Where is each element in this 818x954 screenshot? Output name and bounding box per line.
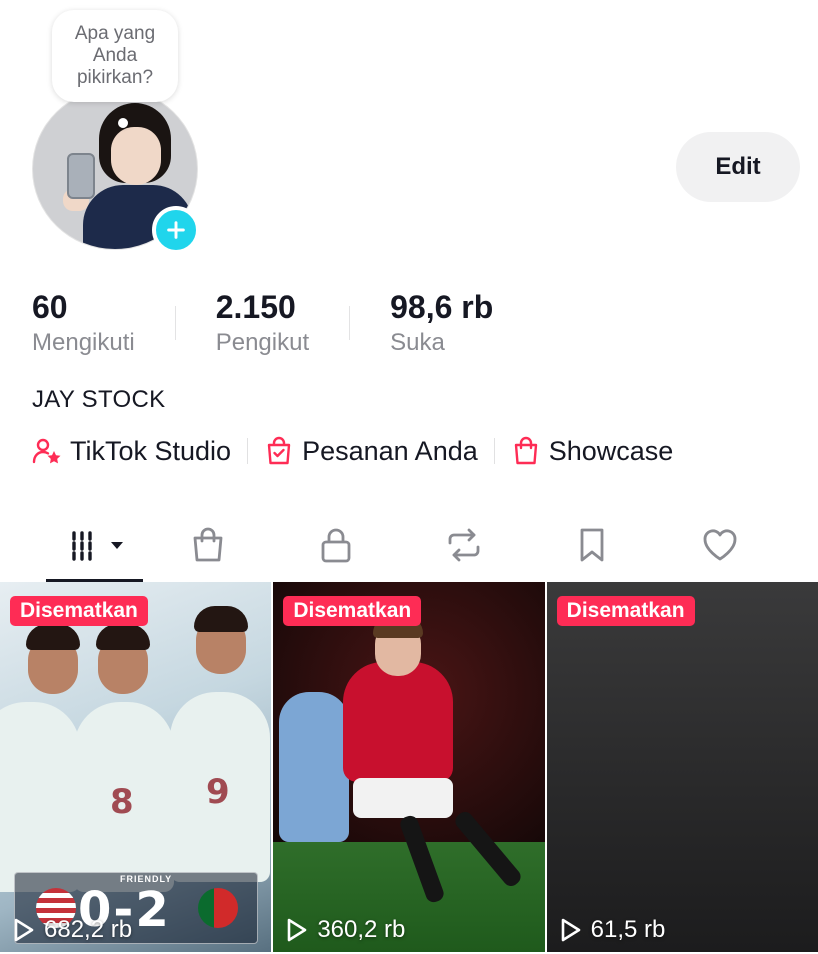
stat-likes[interactable]: 98,6 rb Suka xyxy=(390,288,493,358)
view-count-value: 682,2 rb xyxy=(44,916,133,943)
link-tiktok-studio-label: TikTok Studio xyxy=(70,435,232,466)
bag-icon xyxy=(193,527,222,562)
plus-icon xyxy=(167,221,185,239)
profile-stats: 60 Mengikuti 2.150 Pengikut 98,6 rb Suka xyxy=(32,288,493,358)
status-bubble-tail xyxy=(118,118,128,128)
add-avatar-button[interactable] xyxy=(152,206,200,254)
play-icon xyxy=(14,918,34,942)
link-divider xyxy=(493,438,495,464)
pinned-badge: Disematkan xyxy=(283,596,422,626)
repost-icon xyxy=(448,528,479,562)
avatar-phone xyxy=(67,153,95,199)
link-pesanan-anda[interactable]: Pesanan Anda xyxy=(264,436,478,467)
profile-username: JAY STOCK xyxy=(32,386,166,413)
tab-reposts[interactable] xyxy=(400,508,527,582)
video-thumbnail[interactable]: Disematkan 360,2 rb xyxy=(273,582,545,952)
thumbnail-player xyxy=(343,662,454,782)
showcase-bag-icon xyxy=(511,436,541,466)
thumbnail-player: 8 xyxy=(74,702,174,892)
video-thumbnail[interactable]: 8 9 FRIENDLY 0-2 Disematkan 682,2 rb xyxy=(0,582,272,952)
status-bubble[interactable]: Apa yang Anda pikirkan? xyxy=(52,10,178,102)
link-pesanan-anda-label: Pesanan Anda xyxy=(302,435,478,466)
grid-icon xyxy=(71,531,92,561)
stat-followers-value: 2.150 xyxy=(215,289,296,325)
stat-followers[interactable]: 2.150 Pengikut xyxy=(216,288,309,358)
edit-profile-button[interactable]: Edit xyxy=(676,132,800,202)
tab-shop[interactable] xyxy=(144,508,271,582)
chevron-down-icon xyxy=(110,542,123,549)
video-thumbnail[interactable]: Disematkan 61,5 rb xyxy=(546,582,818,952)
orders-bag-icon xyxy=(264,436,294,466)
view-count: 360,2 rb xyxy=(283,916,405,944)
link-showcase[interactable]: Showcase xyxy=(511,435,674,467)
lock-icon xyxy=(321,528,350,563)
stat-followers-label: Pengikut xyxy=(215,329,310,356)
avatar-face xyxy=(111,127,161,185)
stat-following[interactable]: 60 Mengikuti xyxy=(32,288,135,358)
thumbnail-player xyxy=(279,692,350,842)
bookmark-icon xyxy=(580,528,603,562)
stat-divider xyxy=(174,306,176,340)
pinned-badge: Disematkan xyxy=(556,596,695,626)
link-tiktok-studio[interactable]: TikTok Studio xyxy=(32,436,231,467)
status-bubble-text: Apa yang Anda pikirkan? xyxy=(74,23,156,88)
pinned-badge: Disematkan xyxy=(10,596,148,626)
view-count-value: 360,2 rb xyxy=(317,916,406,943)
view-count: 682,2 rb xyxy=(10,916,132,944)
thumbnail-player-shorts xyxy=(353,778,454,818)
heart-icon xyxy=(703,529,736,561)
link-divider xyxy=(247,438,249,464)
video-grid: 8 9 FRIENDLY 0-2 Disematkan 682,2 rb Dis… xyxy=(0,582,818,954)
tab-private[interactable] xyxy=(272,508,399,582)
thumbnail-player-hair xyxy=(96,624,150,650)
portugal-flag-icon xyxy=(198,888,238,928)
stat-likes-value: 98,6 rb xyxy=(390,289,494,325)
tab-videos[interactable] xyxy=(46,508,143,582)
tab-saved[interactable] xyxy=(528,508,655,582)
thumbnail-player-hair xyxy=(26,624,80,650)
stat-following-value: 60 xyxy=(32,289,68,325)
link-showcase-label: Showcase xyxy=(548,435,674,466)
thumbnail-player: 9 xyxy=(170,692,270,882)
stat-divider xyxy=(349,306,351,340)
view-count: 61,5 rb xyxy=(557,916,666,944)
tab-liked[interactable] xyxy=(656,508,783,582)
play-icon xyxy=(288,918,307,942)
profile-tabs xyxy=(0,508,818,582)
thumbnail-player-hair xyxy=(194,606,248,632)
quick-links: TikTok Studio Pesanan Anda Showcase xyxy=(32,430,673,472)
thumbnail-player xyxy=(0,702,80,892)
studio-icon xyxy=(32,436,62,466)
stat-following-label: Mengikuti xyxy=(32,329,135,356)
play-icon xyxy=(561,918,580,942)
view-count-value: 61,5 rb xyxy=(590,916,666,943)
stat-likes-label: Suka xyxy=(390,329,445,356)
avatar-container[interactable] xyxy=(32,88,200,254)
